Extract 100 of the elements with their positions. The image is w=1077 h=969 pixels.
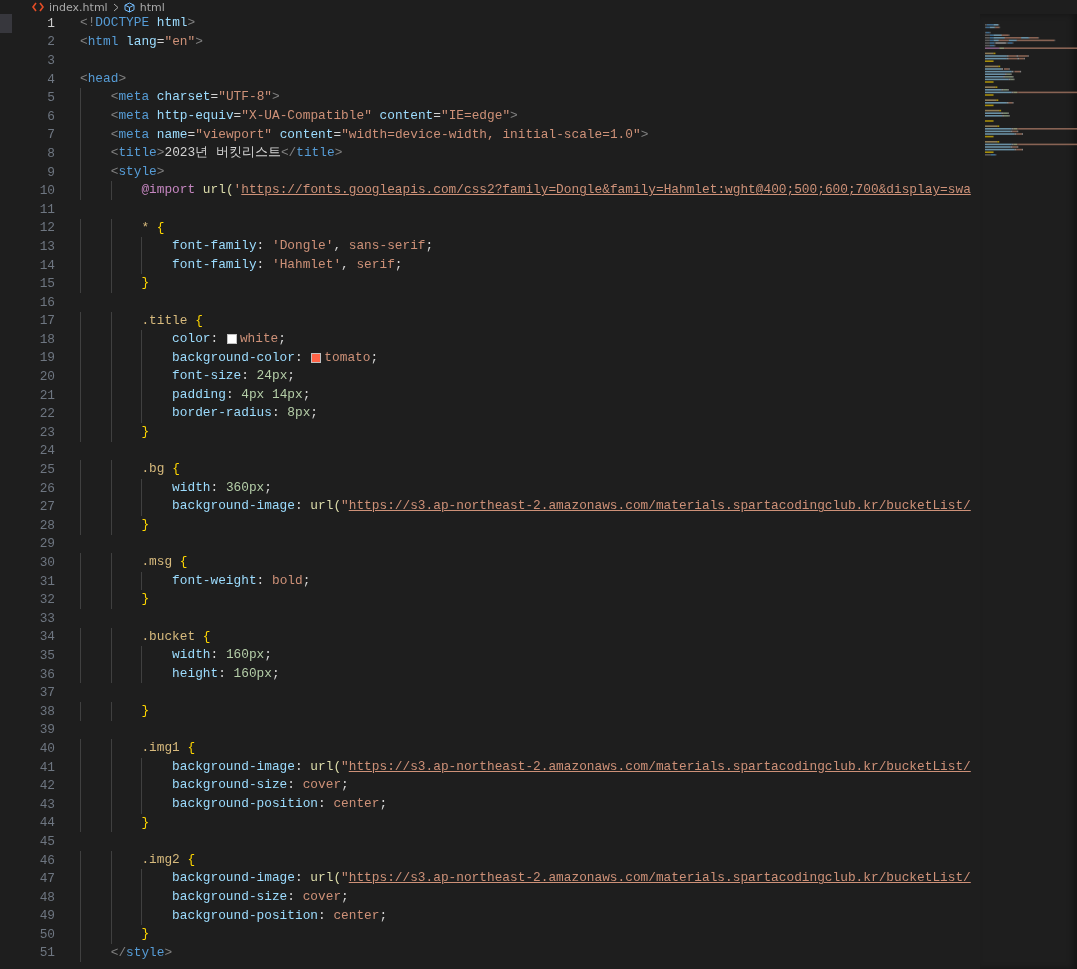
- code-text: .bg {: [141, 460, 180, 479]
- code-text: }: [141, 423, 150, 442]
- url-link[interactable]: https://s3.ap-northeast-2.amazonaws.com/materials.spartacodingclub.kr/bucketList/: [348, 870, 971, 886]
- code-text: font-family: 'Dongle', sans-serif;: [172, 237, 434, 256]
- line-number: 33: [38, 610, 55, 626]
- code-text: <title>2023년 버킷리스트</title>: [110, 144, 343, 163]
- line-number: 44: [38, 815, 55, 831]
- line-number: 26: [38, 480, 55, 496]
- code-text: .bucket {: [141, 627, 211, 646]
- line-number: 22: [38, 406, 55, 422]
- line-number: 17: [38, 313, 55, 329]
- line-number: 19: [38, 350, 55, 366]
- line-number: 50: [38, 926, 55, 942]
- line-number: 9: [46, 164, 55, 180]
- code-text: font-family: 'Hahmlet', serif;: [172, 255, 403, 274]
- line-number: 42: [38, 778, 55, 794]
- url-link[interactable]: https://s3.ap-northeast-2.amazonaws.com/materials.spartacodingclub.kr/bucketList/: [348, 498, 971, 514]
- line-number: 16: [38, 294, 55, 310]
- line-number: 12: [38, 220, 55, 236]
- line-number: 48: [38, 889, 55, 905]
- line-number: 10: [38, 183, 55, 199]
- code-text: border-radius: 8px;: [172, 404, 319, 423]
- code-text: .msg {: [141, 553, 188, 572]
- code-text: background-position: center;: [172, 794, 388, 813]
- breadcrumb-file[interactable]: index.html: [49, 0, 108, 14]
- line-number: 3: [46, 53, 55, 68]
- code-text: }: [141, 925, 150, 944]
- line-number: 34: [38, 629, 55, 645]
- code-text: .title {: [141, 311, 203, 330]
- line-number: 37: [38, 685, 55, 701]
- line-number: 5: [46, 90, 55, 106]
- line-number: 11: [38, 201, 55, 217]
- line-number: 13: [38, 238, 55, 254]
- line-number: 23: [38, 424, 55, 440]
- chevron-right-icon: [112, 2, 119, 12]
- line-number: 21: [38, 387, 55, 403]
- code-text: <head>: [80, 69, 127, 88]
- line-number: 20: [38, 369, 55, 385]
- line-number: 41: [38, 759, 55, 775]
- code-text: </style>: [110, 943, 173, 962]
- code-text: color:: [172, 330, 220, 349]
- line-number: 38: [38, 703, 55, 719]
- line-number: 46: [38, 852, 55, 868]
- color-swatch-icon[interactable]: [311, 353, 322, 363]
- minimap-drawing[interactable]: [985, 22, 1077, 159]
- code-text: <meta name="viewport" content="width=device-width, initial-scale=1.0">: [110, 125, 649, 144]
- code-text: <meta charset="UTF-8">: [110, 88, 280, 107]
- line-number: 4: [46, 71, 55, 87]
- line-number: 39: [38, 722, 55, 738]
- line-number: 49: [38, 908, 55, 924]
- code-text: <html lang="en">: [80, 32, 203, 51]
- code-text: }: [141, 590, 150, 609]
- code-text: .img1 {: [141, 739, 196, 758]
- code-text: font-size: 24px;: [172, 367, 295, 386]
- line-number: 25: [38, 462, 55, 478]
- code-text: tomato;: [324, 348, 379, 367]
- line-number: 30: [38, 555, 55, 570]
- line-number: 18: [38, 331, 55, 347]
- line-number: 27: [38, 499, 55, 515]
- line-number: 6: [46, 108, 55, 124]
- code-text: <meta http-equiv="X-UA-Compatible" content="IE=edge">: [110, 106, 518, 125]
- line-number: 29: [38, 536, 55, 552]
- code-text: <style>: [110, 162, 165, 181]
- line-number: 8: [46, 145, 55, 161]
- code-text: @import url('https://fonts.googleapis.com/css2?family=Dongle&family=Hahmlet:wght@400;500;600;700&display=swa: [141, 181, 971, 200]
- code-text: background-position: center;: [172, 906, 388, 925]
- breadcrumb-symbol[interactable]: html: [139, 0, 165, 14]
- code-text: * {: [141, 218, 165, 237]
- line-number: 7: [46, 127, 55, 143]
- line-number: 47: [38, 871, 55, 887]
- line-number: 32: [38, 592, 55, 608]
- code-text: font-weight: bold;: [172, 571, 311, 590]
- line-number: 2: [46, 34, 55, 50]
- code-text: width: 360px;: [172, 478, 272, 497]
- code-text: }: [141, 516, 150, 535]
- line-number: 40: [38, 740, 55, 756]
- code-text: }: [141, 813, 150, 832]
- line-number: 28: [38, 517, 55, 533]
- url-link[interactable]: https://s3.ap-northeast-2.amazonaws.com/materials.spartacodingclub.kr/bucketList/: [348, 758, 971, 774]
- line-number: 35: [38, 648, 55, 663]
- line-number: 14: [38, 257, 55, 273]
- line-number: 51: [38, 945, 55, 961]
- line-number: 31: [38, 573, 55, 589]
- code-text: padding: 4px 14px;: [172, 385, 311, 404]
- url-link[interactable]: https://fonts.googleapis.com/css2?family=Dongle&family=Hahmlet:wght@400;500;600;700&display=swa: [241, 182, 971, 198]
- code-text: .img2 {: [141, 850, 196, 869]
- code-text: width: 160px;: [172, 646, 272, 665]
- code-text: }: [141, 701, 150, 720]
- code-text: background-image: url("https://s3.ap-northeast-2.amazonaws.com/materials.spartacodingclub.kr/bucketList/: [172, 757, 971, 776]
- code-text: background-color:: [172, 348, 304, 367]
- code-text: background-size: cover;: [172, 887, 349, 906]
- color-swatch-icon[interactable]: [226, 334, 237, 345]
- code-text: white;: [239, 330, 286, 349]
- line-number: 36: [38, 666, 55, 682]
- line-number: 45: [38, 833, 55, 849]
- line-number: 15: [38, 276, 55, 292]
- cube-icon: [123, 1, 135, 13]
- code-text: height: 160px;: [172, 664, 280, 683]
- html-file-icon: [32, 2, 44, 12]
- code-text: }: [141, 274, 150, 293]
